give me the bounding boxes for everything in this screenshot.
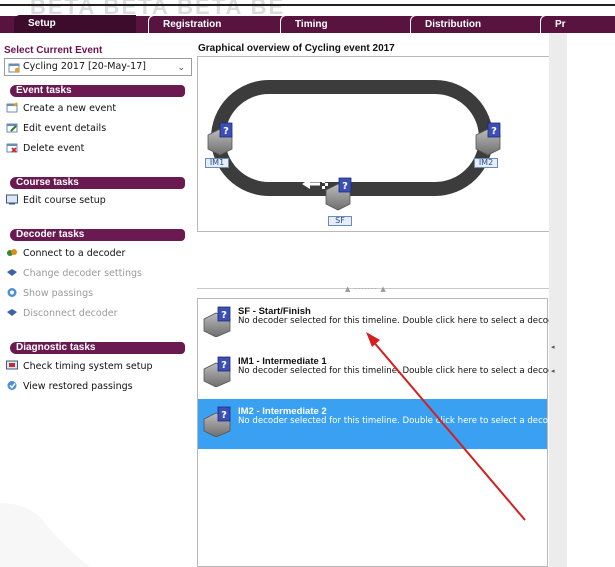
svg-text:?: ?: [342, 181, 348, 192]
im1-marker-label: IM1: [205, 158, 229, 168]
tab-distribution[interactable]: Distribution: [410, 15, 538, 33]
im1-decoder-icon: ?: [207, 122, 233, 156]
edit-event-icon: [6, 122, 19, 138]
svg-text:?: ?: [221, 310, 227, 321]
chevron-down-icon[interactable]: ⌄: [177, 60, 185, 76]
task-edit-event[interactable]: Edit event details: [6, 122, 106, 136]
track-drawing: ? ? ?: [207, 80, 501, 211]
task-label: View restored passings: [23, 381, 133, 392]
decoder-list: ? SF - Start/Finish No decoder selected …: [197, 298, 562, 567]
tab-registration[interactable]: Registration: [148, 15, 278, 33]
task-label: Disconnect decoder: [23, 308, 118, 319]
right-scrollbar[interactable]: [549, 33, 567, 567]
decoder-description: No decoder selected for this timeline. D…: [238, 366, 563, 376]
top-tab-bar: BETA BETA BETA BE Setup Registration Tim…: [0, 0, 615, 33]
decoder-description: No decoder selected for this timeline. D…: [238, 416, 563, 426]
panel-collapse-arrows[interactable]: ◂ ◂: [551, 335, 555, 383]
event-select-value: Cycling 2017 [20-May-17]: [23, 61, 146, 72]
decoder-row-sf[interactable]: ? SF - Start/Finish No decoder selected …: [198, 299, 562, 349]
task-change-decoder-settings[interactable]: Change decoder settings: [6, 267, 142, 281]
event-icon: [8, 62, 20, 79]
check-timing-icon: [6, 360, 19, 376]
section-event-tasks: Event tasks: [10, 85, 185, 97]
section-course-tasks: Course tasks: [10, 177, 185, 189]
decoder-settings-icon: [6, 267, 19, 283]
restored-passings-icon: [6, 380, 19, 396]
svg-text:?: ?: [221, 410, 227, 421]
decoder-icon: ?: [202, 405, 234, 440]
decoder-description: No decoder selected for this timeline. D…: [238, 316, 563, 326]
decoder-row-im1[interactable]: ? IM1 - Intermediate 1 No decoder select…: [198, 349, 562, 399]
splitter-grip-icon: ▲ ······· ▲: [345, 285, 387, 293]
show-passings-icon: [6, 287, 19, 303]
track-diagram: ? ? ? IM1 IM2 SF: [197, 56, 554, 232]
task-edit-course[interactable]: Edit course setup: [6, 194, 106, 208]
sf-marker-label: SF: [328, 216, 352, 226]
event-select[interactable]: Cycling 2017 [20-May-17] ⌄: [4, 58, 192, 76]
task-delete-event[interactable]: Delete event: [6, 142, 84, 156]
task-view-restored-passings[interactable]: View restored passings: [6, 380, 133, 394]
tab-pr[interactable]: Pr: [540, 15, 615, 33]
task-label: Show passings: [23, 288, 94, 299]
tab-setup[interactable]: Setup: [14, 15, 136, 33]
task-label: Connect to a decoder: [23, 248, 126, 259]
task-label: Change decoder settings: [23, 268, 142, 279]
task-label: Check timing system setup: [23, 361, 153, 372]
course-setup-icon: [6, 194, 19, 210]
disconnect-icon: [6, 307, 19, 323]
svg-text:?: ?: [491, 126, 497, 137]
decoder-icon: ?: [202, 305, 234, 340]
task-label: Delete event: [23, 143, 85, 154]
svg-text:?: ?: [221, 360, 227, 371]
section-diagnostic-tasks: Diagnostic tasks: [10, 342, 185, 354]
connect-icon: [6, 247, 19, 263]
panel-splitter[interactable]: ▲ ······· ▲: [197, 285, 549, 294]
tab-timing[interactable]: Timing: [280, 15, 408, 33]
task-label: Edit course setup: [23, 195, 106, 206]
new-event-icon: [6, 102, 19, 118]
task-label: Edit event details: [23, 123, 107, 134]
delete-event-icon: [6, 142, 19, 158]
overview-panel: Graphical overview of Cycling event 2017…: [195, 33, 565, 567]
task-connect-decoder[interactable]: Connect to a decoder: [6, 247, 125, 261]
overview-title: Graphical overview of Cycling event 2017: [198, 43, 395, 54]
select-event-label: Select Current Event: [4, 45, 103, 56]
im2-marker-label: IM2: [474, 158, 498, 168]
svg-text:?: ?: [223, 126, 229, 137]
top-divider: [0, 4, 615, 6]
section-decoder-tasks: Decoder tasks: [10, 229, 185, 241]
task-disconnect-decoder[interactable]: Disconnect decoder: [6, 307, 118, 321]
task-create-event[interactable]: Create a new event: [6, 102, 116, 116]
task-panel: Select Current Event Cycling 2017 [20-Ma…: [0, 33, 195, 567]
track-oval: [211, 80, 493, 196]
decoder-icon: ?: [202, 355, 234, 390]
task-show-passings[interactable]: Show passings: [6, 287, 93, 301]
task-check-timing[interactable]: Check timing system setup: [6, 360, 153, 374]
task-label: Create a new event: [23, 103, 117, 114]
decoder-row-im2[interactable]: ? IM2 - Intermediate 2 No decoder select…: [198, 399, 562, 449]
